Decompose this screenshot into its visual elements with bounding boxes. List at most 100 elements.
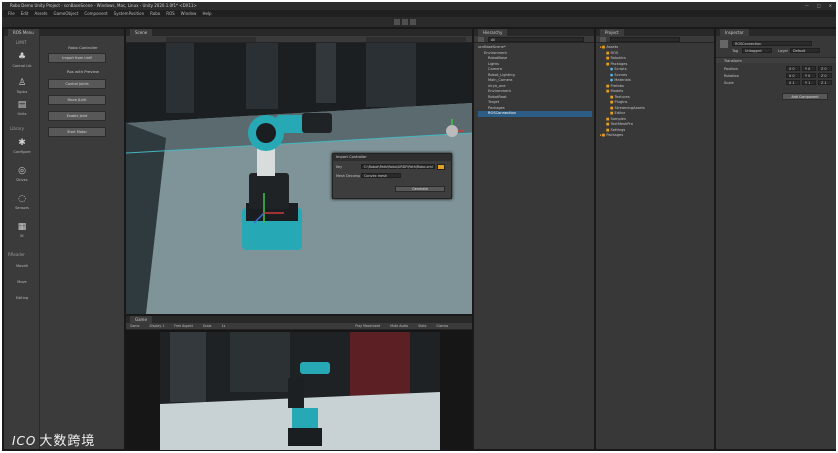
sidebar-item-control-lib[interactable]: ♣ Control Lib <box>4 52 40 68</box>
project-toolbar <box>596 36 714 43</box>
add-component-button[interactable]: Add Component <box>782 93 828 100</box>
sidebar-item-drives[interactable]: ◎ Drives <box>4 166 40 182</box>
step-button[interactable] <box>410 19 416 25</box>
sidebar-item-units[interactable]: ▤ Units <box>4 100 40 116</box>
layer-select[interactable]: Default <box>790 48 820 53</box>
position-z-field[interactable]: Z 0 <box>818 66 832 71</box>
inspector-tabbar: Inspector <box>716 29 836 36</box>
sidebar-item-moveit[interactable]: MoveIt <box>4 264 40 268</box>
tag-select[interactable]: Untagged <box>742 48 772 53</box>
hierarchy-tree: scnBaseScene* Environment RobotBase Ligh… <box>478 45 592 117</box>
ros-menu-panel: ROS Menu LIMIT ♣ Control Lib ♙ Topics ▤ … <box>4 29 124 449</box>
position-y-field[interactable]: Y 0 <box>802 66 816 71</box>
mute-audio-toggle[interactable]: Mute Audio <box>390 323 408 329</box>
sidebar-item-ik[interactable]: ▦ IK <box>4 222 40 238</box>
scene-panel: Scene Import Controller Key C:\Robot\Pat… <box>126 29 472 314</box>
folder-label: Scenes <box>614 72 628 77</box>
folder-item[interactable]: ▸■ Packages <box>600 133 712 139</box>
menu-edit[interactable]: Edit <box>21 10 29 17</box>
hierarchy-tabbar: Hierarchy <box>474 29 594 36</box>
folder-label: Samples <box>610 116 626 121</box>
menu-ros[interactable]: ROS <box>166 10 174 17</box>
scale-x-field[interactable]: X 1 <box>786 80 800 85</box>
enable-joint-button[interactable]: Enable Joint <box>48 111 106 121</box>
menu-window[interactable]: Window <box>181 10 197 17</box>
hierarchy-panel: Hierarchy All scnBaseScene* Environment … <box>474 29 594 449</box>
menu-gameobject[interactable]: GameObject <box>53 10 78 17</box>
section-rreader: RReader <box>8 252 25 257</box>
dialog-mesh-select[interactable]: Convex mesh <box>361 173 401 178</box>
minimize-button[interactable]: — <box>805 2 809 10</box>
menu-help[interactable]: Help <box>202 10 211 17</box>
menu-file[interactable]: File <box>8 10 15 17</box>
game-viewport[interactable] <box>160 332 440 450</box>
sidebar-item-configure[interactable]: ✱ Configure <box>4 138 40 154</box>
control-joints-button[interactable]: Control Joints <box>48 79 106 89</box>
menu-component[interactable]: Component <box>84 10 107 17</box>
tag-label: Tag <box>732 49 739 53</box>
scene-shading-controls[interactable] <box>166 37 256 42</box>
scene-gizmo-controls[interactable] <box>366 37 466 42</box>
tab-project[interactable]: Project <box>600 29 624 36</box>
folder-icon[interactable] <box>437 164 445 170</box>
menu-systemposition[interactable]: SystemPosition <box>114 10 145 17</box>
target-icon: ◎ <box>18 166 26 176</box>
move-jlink-button[interactable]: Move JLinK <box>48 95 106 105</box>
tab-scene[interactable]: Scene <box>130 29 153 36</box>
tab-hierarchy[interactable]: Hierarchy <box>478 29 508 36</box>
tree-item-selected[interactable]: ROSConnection <box>478 111 592 117</box>
tab-ros-menu[interactable]: ROS Menu <box>8 29 39 36</box>
maximize-button[interactable]: □ <box>817 2 821 10</box>
sidebar-item-topics[interactable]: ♙ Topics <box>4 78 40 94</box>
play-maximized-toggle[interactable]: Play Maximized <box>355 323 380 329</box>
folder-label: ROS <box>610 50 619 55</box>
sidebar-item-label: Control Lib <box>12 64 32 68</box>
position-x-field[interactable]: X 0 <box>786 66 800 71</box>
game-mode-select[interactable]: Game <box>130 323 140 329</box>
sidebar-item-move[interactable]: Move <box>4 280 40 284</box>
rotation-z-field[interactable]: Z 0 <box>818 73 832 78</box>
object-name-field[interactable]: ROSConnection <box>732 41 812 46</box>
rotation-x-field[interactable]: X 0 <box>786 73 800 78</box>
watermark-text: 大数跨境 <box>39 434 96 449</box>
scale-z-field[interactable]: Z 1 <box>818 80 832 85</box>
game-toolbar: Game Display 1 Free Aspect Scale 1x Play… <box>126 323 472 330</box>
display-select[interactable]: Display 1 <box>150 323 165 329</box>
sidebar-item-label: Topics <box>16 90 28 94</box>
start-motor-button[interactable]: Start Motor <box>48 127 106 137</box>
add-icon[interactable] <box>478 37 484 42</box>
scale-y-field[interactable]: Y 1 <box>802 80 816 85</box>
hierarchy-search-input[interactable]: All <box>488 37 584 42</box>
play-button[interactable] <box>394 19 400 25</box>
import-from-urdf-button[interactable]: Import from Urdf <box>48 53 106 63</box>
gizmos-toggle[interactable]: Gizmos <box>436 323 448 329</box>
generate-button[interactable]: Generate <box>395 186 445 192</box>
stats-toggle[interactable]: Stats <box>418 323 426 329</box>
project-panel: Project ▸■ Assets ■ ROS ■ Robotics ■ Pac… <box>596 29 714 449</box>
tab-inspector[interactable]: Inspector <box>720 29 749 36</box>
folder-label: Prefabs <box>610 83 624 88</box>
scene-viewport[interactable]: Import Controller Key C:\Robot\Path\Robo… <box>126 43 472 314</box>
aspect-select[interactable]: Free Aspect <box>174 323 193 329</box>
dialog-key-field[interactable]: C:\Robot\Path\Robo\URDF\Path\Robo.xml <box>361 164 435 169</box>
person-icon: ♙ <box>17 78 27 88</box>
sidebar-item-sensors[interactable]: ◌ Sensors <box>4 194 40 210</box>
menu-bar: File Edit Assets GameObject Component Sy… <box>2 10 836 17</box>
project-search-input[interactable] <box>610 37 680 42</box>
rotation-y-field[interactable]: Y 0 <box>802 73 816 78</box>
add-icon[interactable] <box>600 37 606 42</box>
folder-label: Packages <box>606 133 624 137</box>
folder-label: Packages <box>610 61 628 66</box>
sidebar-item-editing[interactable]: Editing <box>4 296 40 300</box>
menu-assets[interactable]: Assets <box>34 10 47 17</box>
transform-header[interactable]: Transform <box>716 57 836 63</box>
sidebar-item-label: Configure <box>13 150 31 154</box>
scale-value[interactable]: 1x <box>221 323 225 329</box>
pause-button[interactable] <box>402 19 408 25</box>
ros-menu-tabbar: ROS Menu <box>4 29 124 36</box>
game-panel: Game Game Display 1 Free Aspect Scale 1x… <box>126 316 472 450</box>
sidebar-item-label: Move <box>17 280 27 284</box>
tab-game[interactable]: Game <box>130 316 152 323</box>
close-button[interactable]: ✕ <box>829 2 832 10</box>
menu-robo[interactable]: Robo <box>150 10 160 17</box>
